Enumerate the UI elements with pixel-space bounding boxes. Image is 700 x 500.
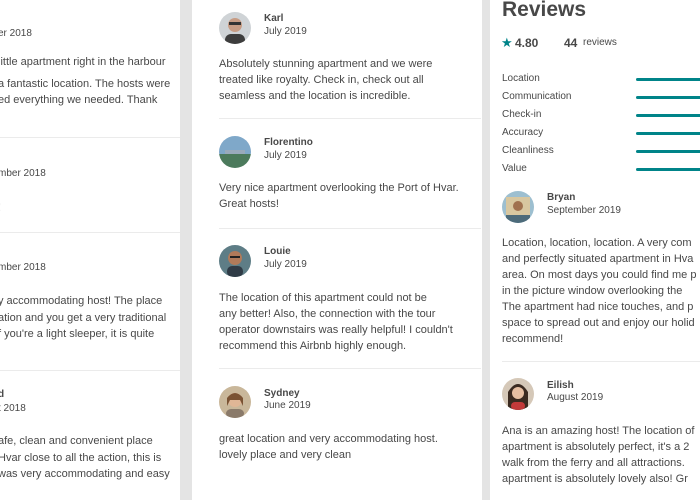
review-text-line: ! (0, 200, 1, 216)
category-label-value: Value (502, 163, 527, 174)
divider (219, 228, 481, 229)
review-text-line: apartment is absolutely lovely also! Gr (502, 473, 688, 485)
review-text-line: in the picture window overlooking the (502, 285, 683, 297)
review-text-line: any better! Also, the connection with th… (219, 308, 436, 320)
review-text-line: Great hosts! (219, 198, 279, 210)
review-text-line: apartment is absolutely perfect, it's a … (502, 441, 690, 453)
review-text-line: Absolutely stunning apartment and we wer… (219, 58, 433, 70)
review-text-line: space to spread out and enjoy our holid (502, 317, 695, 329)
review-text-line: Very nice apartment overlooking the Port… (219, 182, 459, 194)
review-date: June 2019 (264, 400, 311, 411)
reviewer-name[interactable]: Florentino (264, 137, 313, 148)
review-text-line: area. On most days you could find me p (502, 269, 697, 281)
review-text-line: lovely place and very clean (219, 449, 352, 461)
review-text-line: was very accommodating and easy (0, 468, 170, 480)
middle-review-column: Karl July 2019 Absolutely stunning apart… (192, 0, 482, 500)
divider (0, 370, 180, 371)
review-text-line: seamless and the location is incredible. (219, 90, 411, 102)
category-bar-cleanliness (636, 150, 700, 153)
category-label-check-in: Check-in (502, 109, 542, 120)
review-text-line: Hvar close to all the action, this is (0, 452, 162, 464)
divider (502, 361, 700, 362)
review-date: mber 2018 (0, 262, 46, 273)
review-text-line: ed everything we needed. Thank (0, 94, 158, 106)
review-date: July 2019 (264, 150, 307, 161)
review-count[interactable]: 44 (564, 36, 577, 50)
left-review-column: er 2018 little apartment right in the ha… (0, 0, 180, 500)
review-date: September 2019 (547, 205, 621, 216)
review-date: July 2019 (264, 259, 307, 270)
avatar[interactable] (219, 386, 251, 418)
category-label-communication: Communication (502, 91, 572, 102)
review-date: mber 2018 (0, 168, 46, 179)
review-text-line: ation and you get a very traditional (0, 312, 167, 324)
review-text-line: recommend this Airbnb highly enough. (219, 340, 407, 352)
divider (0, 232, 180, 233)
review-text-line: recommend! (502, 333, 564, 345)
review-text-line: f you're a light sleeper, it is quite (0, 328, 155, 340)
reviews-summary-column: Reviews ★ 4.80 44 reviews Location Commu… (490, 0, 700, 500)
review-text-line: operator downstairs was really helpful! … (219, 324, 453, 336)
category-label-location: Location (502, 73, 540, 84)
review-text-line: a fantastic location. The hosts were (0, 78, 171, 90)
avatar[interactable] (219, 136, 251, 168)
category-bar-communication (636, 96, 700, 99)
reviews-heading: Reviews (502, 0, 587, 21)
reviewer-name[interactable]: Eilish (547, 380, 574, 391)
review-text-line: afe, clean and convenient place (0, 435, 153, 447)
review-text-line: walk from the ferry and all attractions. (502, 457, 685, 469)
review-date: t 2018 (0, 403, 26, 414)
divider (0, 137, 180, 138)
category-bar-location (636, 78, 700, 81)
reviewer-name[interactable]: Sydney (264, 388, 300, 399)
review-count-label[interactable]: reviews (583, 37, 617, 48)
avatar[interactable] (502, 191, 534, 223)
star-icon: ★ (501, 35, 513, 50)
divider (219, 118, 481, 119)
reviewer-name[interactable]: Louie (264, 246, 291, 257)
avatar[interactable] (502, 378, 534, 410)
review-text-line: Location, location, location. A very com (502, 237, 692, 249)
reviewer-name[interactable]: Bryan (547, 192, 575, 203)
avatar[interactable] (219, 12, 251, 44)
review-text-line: and perfectly situated apartment in Hva (502, 253, 694, 265)
review-date: July 2019 (264, 26, 307, 37)
category-label-accuracy: Accuracy (502, 127, 544, 138)
review-text-line: The location of this apartment could not… (219, 292, 427, 304)
review-date: er 2018 (0, 28, 32, 39)
category-bar-check-in (636, 114, 700, 117)
review-text-line: The apartment had nice touches, and p (502, 301, 694, 313)
review-text-line: little apartment right in the harbour (0, 56, 166, 68)
review-text-line: Ana is an amazing host! The location of (502, 425, 695, 437)
review-text-line: great location and very accommodating ho… (219, 433, 438, 445)
divider (219, 368, 481, 369)
avatar[interactable] (219, 245, 251, 277)
reviewer-name[interactable]: d (0, 389, 4, 400)
category-bar-value (636, 168, 700, 171)
review-text-line: treated like royalty. Check in, check ou… (219, 74, 424, 86)
category-label-cleanliness: Cleanliness (502, 145, 554, 156)
review-text-line: y accommodating host! The place (0, 295, 163, 307)
reviewer-name[interactable]: Karl (264, 13, 283, 24)
category-bar-accuracy (636, 132, 700, 135)
review-date: August 2019 (547, 392, 604, 403)
rating-value: 4.80 (515, 36, 539, 50)
